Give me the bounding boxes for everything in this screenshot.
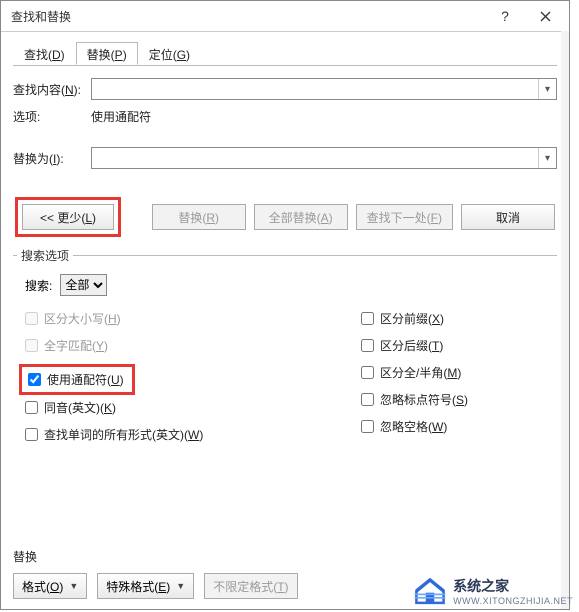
tab-goto[interactable]: 定位(G) xyxy=(138,42,201,65)
no-format-button: 不限定格式(T) xyxy=(204,573,297,599)
find-label: 查找内容(N): xyxy=(13,81,91,98)
check-all-forms-box[interactable] xyxy=(25,428,38,441)
less-button[interactable]: << 更少(L) xyxy=(22,204,114,230)
special-format-button[interactable]: 特殊格式(E)▼ xyxy=(97,573,194,599)
replace-label: 替换为(I): xyxy=(13,150,91,167)
checks-left: 区分大小写(H) 全字匹配(Y) 使用通配符(U) 同音( xyxy=(17,306,353,453)
check-full-half[interactable]: 区分全/半角(M) xyxy=(361,364,553,381)
right-edge xyxy=(561,31,569,609)
check-ignore-space[interactable]: 忽略空格(W) xyxy=(361,418,553,435)
replace-all-button[interactable]: 全部替换(A) xyxy=(254,204,348,230)
check-ignore-punct-box[interactable] xyxy=(361,393,374,406)
dialog-body: 查找(D) 替换(P) 定位(G) 查找内容(N): ▾ 选项: 使用通配符 替… xyxy=(1,32,569,457)
find-input[interactable]: ▾ xyxy=(91,78,557,100)
search-scope-select[interactable]: 全部 xyxy=(60,274,107,296)
bottom-label: 替换 xyxy=(13,548,557,565)
tab-strip: 查找(D) 替换(P) 定位(G) xyxy=(13,42,557,66)
options-label: 选项: xyxy=(13,108,91,125)
check-whole-word: 全字匹配(Y) xyxy=(25,337,353,354)
check-ignore-punct[interactable]: 忽略标点符号(S) xyxy=(361,391,553,408)
titlebar: 查找和替换 ? xyxy=(1,1,569,31)
options-value: 使用通配符 xyxy=(91,108,151,125)
chevron-down-icon: ▼ xyxy=(69,581,78,591)
find-next-button[interactable]: 查找下一处(F) xyxy=(356,204,453,230)
check-ignore-space-box[interactable] xyxy=(361,420,374,433)
replace-button[interactable]: 替换(R) xyxy=(152,204,246,230)
format-button[interactable]: 格式(O)▼ xyxy=(13,573,87,599)
check-prefix-box[interactable] xyxy=(361,312,374,325)
dialog-title: 查找和替换 xyxy=(11,8,485,25)
checks-right: 区分前缀(X) 区分后缀(T) 区分全/半角(M) 忽略标点符号(S) xyxy=(353,306,553,453)
action-row: << 更少(L) 替换(R) 全部替换(A) 查找下一处(F) 取消 xyxy=(15,197,555,237)
replace-row: 替换为(I): ▾ xyxy=(13,147,557,169)
dropdown-icon[interactable]: ▾ xyxy=(538,148,556,168)
checks-columns: 区分大小写(H) 全字匹配(Y) 使用通配符(U) 同音( xyxy=(17,306,553,453)
check-sounds-like-box[interactable] xyxy=(25,401,38,414)
check-suffix[interactable]: 区分后缀(T) xyxy=(361,337,553,354)
search-scope-label: 搜索: xyxy=(25,277,52,294)
check-sounds-like[interactable]: 同音(英文)(K) xyxy=(25,399,353,416)
highlight-wildcards: 使用通配符(U) xyxy=(19,364,135,395)
chevron-down-icon: ▼ xyxy=(176,581,185,591)
check-wildcards-box[interactable] xyxy=(28,373,41,386)
search-options-group: 搜索选项 搜索: 全部 区分大小写(H) 全字匹配(Y) xyxy=(13,247,557,457)
replace-input[interactable]: ▾ xyxy=(91,147,557,169)
cancel-button[interactable]: 取消 xyxy=(461,204,555,230)
check-prefix[interactable]: 区分前缀(X) xyxy=(361,310,553,327)
check-match-case-box xyxy=(25,312,38,325)
options-row: 选项: 使用通配符 xyxy=(13,108,557,125)
check-wildcards[interactable]: 使用通配符(U) xyxy=(28,371,124,388)
search-options-legend: 搜索选项 xyxy=(17,247,73,264)
check-whole-word-box xyxy=(25,339,38,352)
bottom-actions: 格式(O)▼ 特殊格式(E)▼ 不限定格式(T) xyxy=(13,573,557,599)
find-row: 查找内容(N): ▾ xyxy=(13,78,557,100)
dropdown-icon[interactable]: ▾ xyxy=(538,79,556,99)
check-suffix-box[interactable] xyxy=(361,339,374,352)
bottom-section: 替换 格式(O)▼ 特殊格式(E)▼ 不限定格式(T) xyxy=(13,548,557,599)
check-full-half-box[interactable] xyxy=(361,366,374,379)
check-match-case: 区分大小写(H) xyxy=(25,310,353,327)
highlight-more: << 更少(L) xyxy=(15,197,121,237)
check-all-forms[interactable]: 查找单词的所有形式(英文)(W) xyxy=(25,426,353,443)
close-button[interactable] xyxy=(525,2,565,30)
close-icon xyxy=(540,11,551,22)
tab-replace[interactable]: 替换(P) xyxy=(76,42,138,65)
search-scope-row: 搜索: 全部 xyxy=(25,274,553,296)
help-button[interactable]: ? xyxy=(485,2,525,30)
tab-find[interactable]: 查找(D) xyxy=(13,42,76,65)
find-replace-dialog: 查找和替换 ? 查找(D) 替换(P) 定位(G) 查找内容(N): ▾ 选项:… xyxy=(0,0,570,610)
